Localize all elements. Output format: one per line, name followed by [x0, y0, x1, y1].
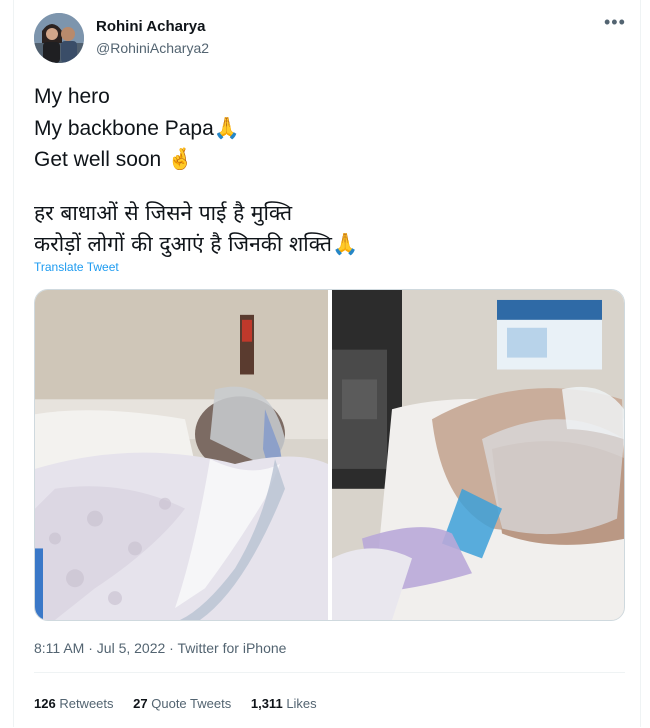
- folded-hands-emoji: 🙏: [331, 231, 359, 256]
- photo-right[interactable]: [332, 290, 625, 620]
- tweet-line: Get well soon 🤞: [34, 147, 194, 171]
- author-handle[interactable]: @RohiniAcharya2: [96, 40, 209, 56]
- hindi-line: हर बाधाओं से जिसने पाई है मुक्ति: [34, 201, 293, 225]
- timestamp-link[interactable]: 8:11 AM: [34, 640, 84, 656]
- quote-tweets-stat[interactable]: 27 Quote Tweets: [133, 696, 231, 711]
- tweet-line: My backbone Papa🙏: [34, 115, 240, 140]
- avatar[interactable]: [34, 13, 84, 63]
- hindi-line: करोड़ों लोगों की दुआएं है जिनकी शक्ति🙏: [34, 231, 359, 256]
- retweets-stat[interactable]: 126 Retweets: [34, 696, 114, 711]
- engagement-stats: 126 Retweets 27 Quote Tweets 1,311 Likes: [34, 696, 333, 711]
- tweet-meta: 8:11 AM · Jul 5, 2022 · Twitter for iPho…: [34, 640, 286, 656]
- more-options-icon[interactable]: •••: [604, 12, 626, 33]
- date-link[interactable]: Jul 5, 2022: [97, 640, 166, 656]
- folded-hands-emoji: 🙏: [213, 115, 240, 140]
- tweet-media[interactable]: [34, 289, 625, 621]
- photo-left[interactable]: [35, 290, 328, 620]
- divider: [34, 672, 625, 673]
- meta-separator: ·: [88, 640, 93, 656]
- translate-tweet-link[interactable]: Translate Tweet: [34, 260, 119, 274]
- crossed-fingers-emoji: 🤞: [167, 147, 194, 171]
- tweet-text: My hero My backbone Papa🙏 Get well soon …: [34, 82, 240, 176]
- tweet-line: My hero: [34, 85, 110, 108]
- source-link[interactable]: Twitter for iPhone: [177, 640, 286, 656]
- likes-stat[interactable]: 1,311 Likes: [251, 696, 317, 711]
- author-name[interactable]: Rohini Acharya: [96, 18, 205, 35]
- tweet-hindi-text: हर बाधाओं से जिसने पाई है मुक्ति करोड़ों…: [34, 198, 358, 259]
- meta-separator: ·: [169, 640, 174, 656]
